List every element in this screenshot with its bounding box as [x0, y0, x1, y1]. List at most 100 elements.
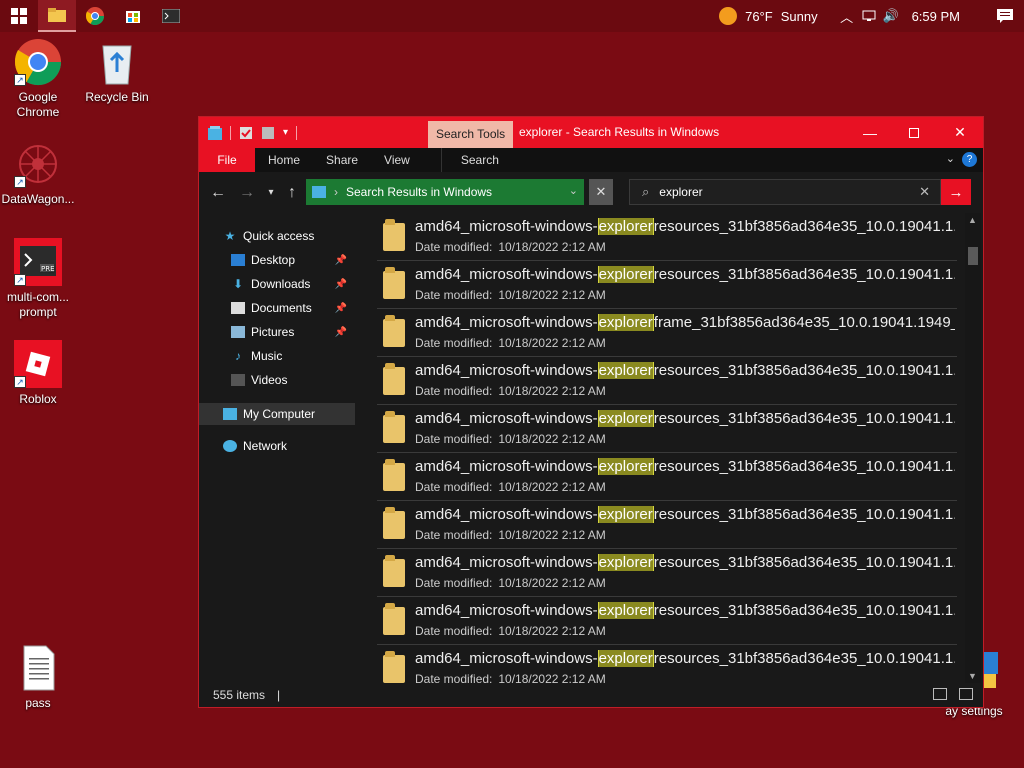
- search-tools-context-tab[interactable]: Search Tools: [428, 121, 514, 148]
- recent-locations-button[interactable]: ▾: [260, 172, 282, 213]
- vertical-scrollbar[interactable]: ▲ ▼: [965, 213, 981, 683]
- tab-home[interactable]: Home: [255, 148, 313, 172]
- address-dropdown-icon[interactable]: ⌄: [569, 184, 578, 197]
- nav-documents[interactable]: Documents 📌: [231, 297, 355, 319]
- nav-label: Pictures: [251, 325, 295, 339]
- network-icon: [223, 440, 237, 452]
- details-view-icon[interactable]: [933, 688, 947, 700]
- search-go-button[interactable]: →: [941, 179, 971, 205]
- desktop-icon-chrome[interactable]: ↗ Google Chrome: [0, 38, 76, 120]
- result-row[interactable]: amd64_microsoft-windows-explorerresource…: [377, 261, 957, 309]
- result-row[interactable]: amd64_microsoft-windows-explorerresource…: [377, 549, 957, 597]
- ribbon-expand-icon[interactable]: ⌄: [946, 152, 955, 165]
- desktop-icon-label: pass: [25, 696, 51, 710]
- close-search-button[interactable]: ✕: [589, 179, 613, 205]
- result-row[interactable]: amd64_microsoft-windows-explorerresource…: [377, 357, 957, 405]
- folder-icon: [383, 219, 405, 251]
- computer-icon: [223, 408, 237, 420]
- maximize-button[interactable]: [891, 117, 937, 148]
- tab-search[interactable]: Search: [440, 148, 518, 172]
- shortcut-arrow-icon: ↗: [14, 376, 26, 388]
- meta-value: 10/18/2022 2:12 AM: [498, 480, 606, 494]
- chrome-icon: ↗: [14, 38, 62, 86]
- desktop-icon-recycle-bin[interactable]: Recycle Bin: [79, 38, 155, 105]
- nav-pictures[interactable]: Pictures 📌: [231, 321, 355, 343]
- sun-icon: [719, 7, 738, 25]
- tab-view[interactable]: View: [371, 148, 423, 172]
- properties-icon[interactable]: [239, 126, 253, 140]
- scroll-down-icon[interactable]: ▼: [968, 671, 977, 681]
- result-row[interactable]: amd64_microsoft-windows-explorerresource…: [377, 453, 957, 501]
- result-name: amd64_microsoft-windows-explorerresource…: [415, 458, 955, 475]
- weather-condition: Sunny: [780, 8, 818, 24]
- scrollbar-thumb[interactable]: [968, 247, 978, 265]
- desktop-icon-multi-command-prompt[interactable]: PRE ↗ multi-com... prompt: [0, 238, 76, 320]
- explorer-body: ★ Quick access Desktop 📌 ⬇ Downloads 📌 D…: [199, 213, 983, 683]
- meta-value: 10/18/2022 2:12 AM: [498, 336, 606, 350]
- shortcut-arrow-icon: ↗: [14, 274, 26, 286]
- meta-label: Date modified:: [415, 288, 493, 302]
- customize-toolbar-icon[interactable]: ▾: [283, 127, 288, 138]
- search-match-highlight: explorer: [597, 554, 654, 571]
- chevron-up-icon[interactable]: ︿: [836, 0, 858, 32]
- window-title: explorer - Search Results in Windows: [519, 125, 720, 139]
- taskbar-terminal[interactable]: [152, 0, 190, 32]
- large-icons-view-icon[interactable]: [959, 688, 973, 700]
- result-row[interactable]: amd64_microsoft-windows-explorerresource…: [377, 213, 957, 261]
- address-bar-row: ← → ▾ ↑ › Search Results in Windows ⌄ ✕ …: [199, 172, 983, 213]
- result-row[interactable]: amd64_microsoft-windows-explorerresource…: [377, 405, 957, 453]
- taskbar-chrome[interactable]: [76, 0, 114, 32]
- nav-desktop[interactable]: Desktop 📌: [231, 249, 355, 271]
- nav-downloads[interactable]: ⬇ Downloads 📌: [231, 273, 355, 295]
- desktop-icon-label: Google Chrome: [16, 90, 60, 119]
- up-button[interactable]: ↑: [281, 172, 303, 213]
- folder-icon: [383, 267, 405, 299]
- pin-icon: 📌: [334, 326, 347, 338]
- nav-my-computer[interactable]: My Computer: [199, 403, 355, 425]
- result-row[interactable]: amd64_microsoft-windows-explorerresource…: [377, 597, 957, 645]
- folder-icon: [383, 603, 405, 635]
- notification-icon[interactable]: [986, 0, 1024, 32]
- file-explorer-window: ▾ Search Tools explorer - Search Results…: [198, 116, 984, 708]
- recycle-bin-icon: [93, 38, 141, 86]
- scroll-up-icon[interactable]: ▲: [968, 215, 977, 225]
- terminal-icon: [162, 9, 180, 23]
- forward-button[interactable]: →: [236, 172, 258, 213]
- result-row[interactable]: amd64_microsoft-windows-explorerresource…: [377, 645, 957, 683]
- result-row[interactable]: amd64_microsoft-windows-explorerresource…: [377, 501, 957, 549]
- new-folder-icon[interactable]: [261, 126, 275, 140]
- datawagon-icon: ↗: [14, 140, 62, 188]
- nav-videos[interactable]: Videos: [231, 369, 355, 391]
- clear-search-icon[interactable]: ✕: [919, 184, 930, 200]
- help-icon[interactable]: ?: [962, 152, 977, 167]
- clock[interactable]: 6:59 PM: [912, 9, 960, 24]
- nav-music[interactable]: ♪ Music: [231, 345, 355, 367]
- network-icon[interactable]: [858, 0, 880, 32]
- weather-widget[interactable]: 76°F Sunny: [719, 7, 818, 25]
- close-button[interactable]: ✕: [937, 117, 983, 148]
- desktop-icon-pass[interactable]: pass: [0, 644, 76, 711]
- volume-icon[interactable]: 🔊: [880, 0, 902, 32]
- tab-share[interactable]: Share: [313, 148, 371, 172]
- address-field[interactable]: › Search Results in Windows ⌄: [306, 179, 584, 205]
- taskbar-store[interactable]: [114, 0, 152, 32]
- minimize-button[interactable]: —: [847, 117, 893, 148]
- nav-quick-access[interactable]: ★ Quick access: [223, 225, 353, 247]
- nav-network[interactable]: Network: [223, 435, 353, 457]
- search-box[interactable]: ⌕ explorer ✕: [629, 179, 941, 205]
- result-meta: Date modified: 10/18/2022 2:12 AM: [415, 240, 606, 254]
- desktop-icon-roblox[interactable]: ↗ Roblox: [0, 340, 76, 407]
- meta-value: 10/18/2022 2:12 AM: [498, 288, 606, 302]
- taskbar-file-explorer[interactable]: [38, 0, 76, 32]
- result-name: amd64_microsoft-windows-explorerresource…: [415, 506, 955, 523]
- folder-icon: [383, 651, 405, 683]
- result-meta: Date modified: 10/18/2022 2:12 AM: [415, 576, 606, 590]
- nav-label: Downloads: [251, 277, 311, 291]
- result-row[interactable]: amd64_microsoft-windows-explorerframe_31…: [377, 309, 957, 357]
- title-bar[interactable]: ▾ Search Tools explorer - Search Results…: [199, 117, 983, 148]
- back-button[interactable]: ←: [207, 172, 229, 213]
- desktop-icon-datawagon[interactable]: ↗ DataWagon...: [0, 140, 76, 207]
- search-input[interactable]: explorer: [659, 185, 702, 199]
- start-button[interactable]: [0, 0, 38, 32]
- tab-file[interactable]: File: [199, 148, 255, 172]
